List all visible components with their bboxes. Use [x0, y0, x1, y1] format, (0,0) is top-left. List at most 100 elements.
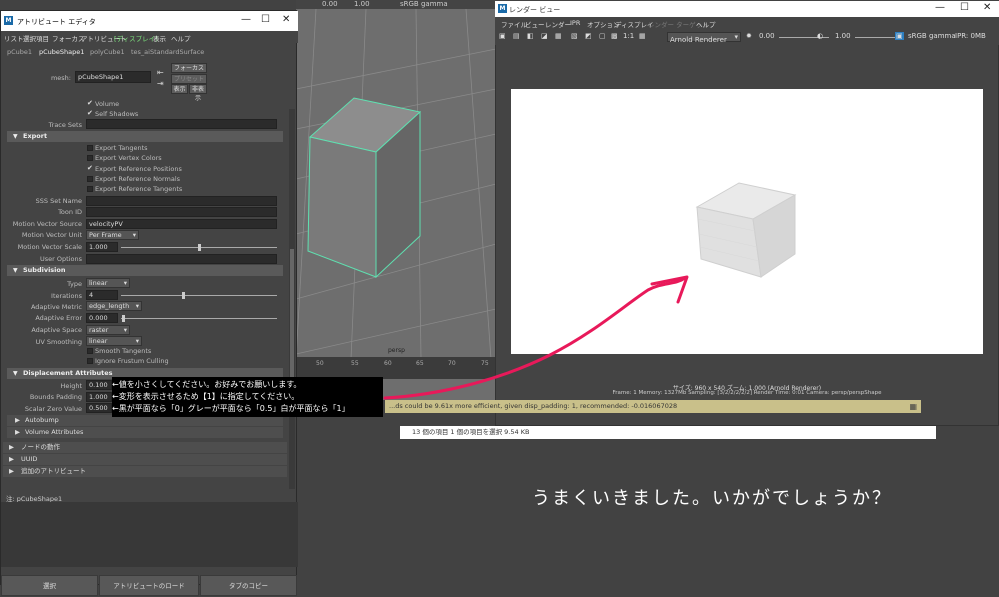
frame-icon[interactable]: ▦	[639, 32, 646, 40]
selected-cube[interactable]	[307, 97, 422, 279]
uv-smoothing-dropdown[interactable]: linear ▾	[86, 336, 142, 346]
adaptive-metric-dropdown[interactable]: edge_length ▾	[86, 301, 142, 311]
minimize-icon[interactable]: —	[241, 14, 251, 25]
adaptive-space-dropdown[interactable]: raster ▾	[86, 325, 130, 335]
gamma-slider[interactable]	[855, 37, 895, 38]
viewport-colorspace[interactable]: sRGB gamma	[400, 0, 448, 8]
motion-vector-scale-field[interactable]: 1.000	[86, 242, 118, 252]
preset-button[interactable]: プリセット	[171, 74, 207, 84]
tab-pcube1[interactable]: pCube1	[7, 48, 32, 56]
smooth-tangents-checkbox[interactable]	[87, 348, 93, 354]
tab-pcubeshape1[interactable]: pCubeShape1	[39, 48, 84, 56]
rgb-icon[interactable]: ◩	[585, 32, 592, 40]
slider-handle[interactable]	[198, 244, 201, 251]
output-connection-icon[interactable]: ⇥	[157, 79, 164, 88]
notes-textarea[interactable]	[1, 502, 298, 567]
export-section-header[interactable]: ▼ Export	[7, 131, 283, 142]
ignore-frustum-checkbox[interactable]	[87, 358, 93, 364]
motion-vector-source-field[interactable]: velocityPV	[86, 219, 277, 229]
adaptive-error-field[interactable]: 0.000	[86, 313, 118, 323]
height-field[interactable]: 0.100	[86, 380, 112, 390]
ipr-icon[interactable]: ▤	[513, 32, 520, 40]
close-icon[interactable]: ✕	[282, 14, 290, 25]
node-behavior-section-header[interactable]: ▶ ノードの動作	[3, 442, 287, 453]
maximize-icon[interactable]: ☐	[960, 2, 969, 13]
input-connection-icon[interactable]: ⇤	[157, 68, 164, 77]
attribute-scrollbar[interactable]	[289, 109, 295, 489]
export-tangents-checkbox[interactable]	[87, 145, 93, 151]
extra-attributes-section-header[interactable]: ▶ 追加のアトリビュート	[3, 466, 287, 477]
menu-file[interactable]: ファイル	[501, 19, 527, 29]
menu-focus[interactable]: フォーカス	[52, 33, 85, 43]
hide-button[interactable]: 非表示	[189, 84, 207, 102]
menu-show[interactable]: 表示	[153, 33, 166, 43]
iterations-slider[interactable]	[121, 295, 277, 296]
user-options-field[interactable]	[86, 254, 277, 264]
maximize-icon[interactable]: ☐	[261, 14, 270, 25]
checkmark-icon[interactable]: ✔	[87, 109, 93, 117]
menu-display[interactable]: [ディスプレイ]	[114, 33, 158, 43]
checkmark-icon[interactable]: ✔	[87, 164, 93, 172]
tab-polycube1[interactable]: polyCube1	[90, 48, 125, 56]
window-title: アトリビュート エディタ	[17, 18, 96, 26]
select-button[interactable]: 選択	[1, 575, 98, 596]
close-icon[interactable]: ✕	[983, 2, 991, 13]
slider-handle[interactable]	[122, 315, 125, 322]
tab-tes-aistandardsurface[interactable]: tes_aiStandardSurface	[131, 48, 204, 56]
menu-help[interactable]: ヘルプ	[171, 33, 191, 43]
toon-id-field[interactable]	[86, 207, 277, 217]
chevron-down-icon: ▾	[135, 302, 139, 310]
render-view-titlebar[interactable]: M レンダー ビュー — ☐ ✕	[495, 1, 999, 17]
copy-tab-button[interactable]: タブのコピー	[200, 575, 297, 596]
show-button[interactable]: 表示	[171, 84, 188, 94]
slider-handle[interactable]	[182, 292, 185, 299]
export-ref-tangents-checkbox[interactable]	[87, 186, 93, 192]
menu-selected[interactable]: 選択項目	[23, 33, 49, 43]
scalar-zero-field[interactable]: 0.500	[86, 403, 112, 413]
load-attributes-button[interactable]: アトリビュートのロード	[99, 575, 199, 596]
alpha-icon[interactable]: ▢	[599, 32, 606, 40]
checkmark-icon[interactable]: ✔	[87, 99, 93, 107]
mesh-name-field[interactable]: pCubeShape1	[75, 71, 151, 83]
colorspace-icon[interactable]: ▣	[895, 32, 904, 40]
viewport-value-1[interactable]: 0.00	[322, 0, 338, 8]
subdivision-section-header[interactable]: ▼ Subdivision	[7, 265, 283, 276]
focus-button[interactable]: フォーカス	[171, 63, 207, 73]
iterations-field[interactable]: 4	[86, 290, 118, 300]
export-ref-normals-checkbox[interactable]	[87, 176, 93, 182]
colorspace-label[interactable]: sRGB gamma	[908, 32, 956, 40]
remove-image-icon[interactable]: ▧	[571, 32, 578, 40]
section-title: Subdivision	[23, 266, 66, 274]
motion-vector-unit-dropdown[interactable]: Per Frame ▾	[86, 230, 139, 240]
refresh-icon[interactable]: ◧	[527, 32, 534, 40]
render-icon[interactable]: ▣	[499, 32, 506, 40]
renderer-dropdown[interactable]: Arnold Renderer ▾	[667, 32, 741, 44]
sss-set-name-field[interactable]	[86, 196, 277, 206]
trace-sets-field[interactable]	[86, 119, 277, 129]
dropdown-value: raster	[89, 326, 109, 334]
bounds-padding-field[interactable]: 1.000	[86, 392, 112, 402]
menu-ipr[interactable]: IPR	[570, 19, 580, 27]
menu-help[interactable]: ヘルプ	[696, 19, 716, 29]
viewport-value-2[interactable]: 1.00	[354, 0, 370, 8]
real-size-icon[interactable]: ▩	[611, 32, 618, 40]
snapshot-icon[interactable]: ◪	[541, 32, 548, 40]
menu-render[interactable]: レンダー	[545, 19, 571, 29]
comment-text: うまくいきました。いかがでしょうか？	[532, 488, 892, 509]
volume-attributes-section-header[interactable]: ▶ Volume Attributes	[7, 427, 283, 438]
script-editor-icon[interactable]: ▦	[909, 400, 917, 413]
attribute-editor-titlebar[interactable]: M アトリビュート エディタ — ☐ ✕	[1, 11, 298, 31]
menu-list[interactable]: リスト	[4, 33, 24, 43]
zoom-ratio[interactable]: 1:1	[623, 32, 634, 40]
minimize-icon[interactable]: —	[935, 2, 945, 13]
uuid-section-header[interactable]: ▶ UUID	[3, 454, 287, 465]
adaptive-error-slider[interactable]	[121, 318, 277, 319]
viewport-toolbar: 0.00 1.00 sRGB gamma	[296, 0, 496, 9]
exposure-value[interactable]: 0.00	[759, 32, 775, 40]
export-vertex-colors-checkbox[interactable]	[87, 155, 93, 161]
annotation-scalar-zero: ←黒が平面なら「0」グレーが平面なら「0.5」白が平面なら「1」	[112, 404, 350, 413]
type-dropdown[interactable]: linear ▾	[86, 278, 130, 288]
keep-image-icon[interactable]: ▦	[555, 32, 562, 40]
gamma-value[interactable]: 1.00	[835, 32, 851, 40]
menu-view[interactable]: ビュー	[525, 19, 545, 29]
